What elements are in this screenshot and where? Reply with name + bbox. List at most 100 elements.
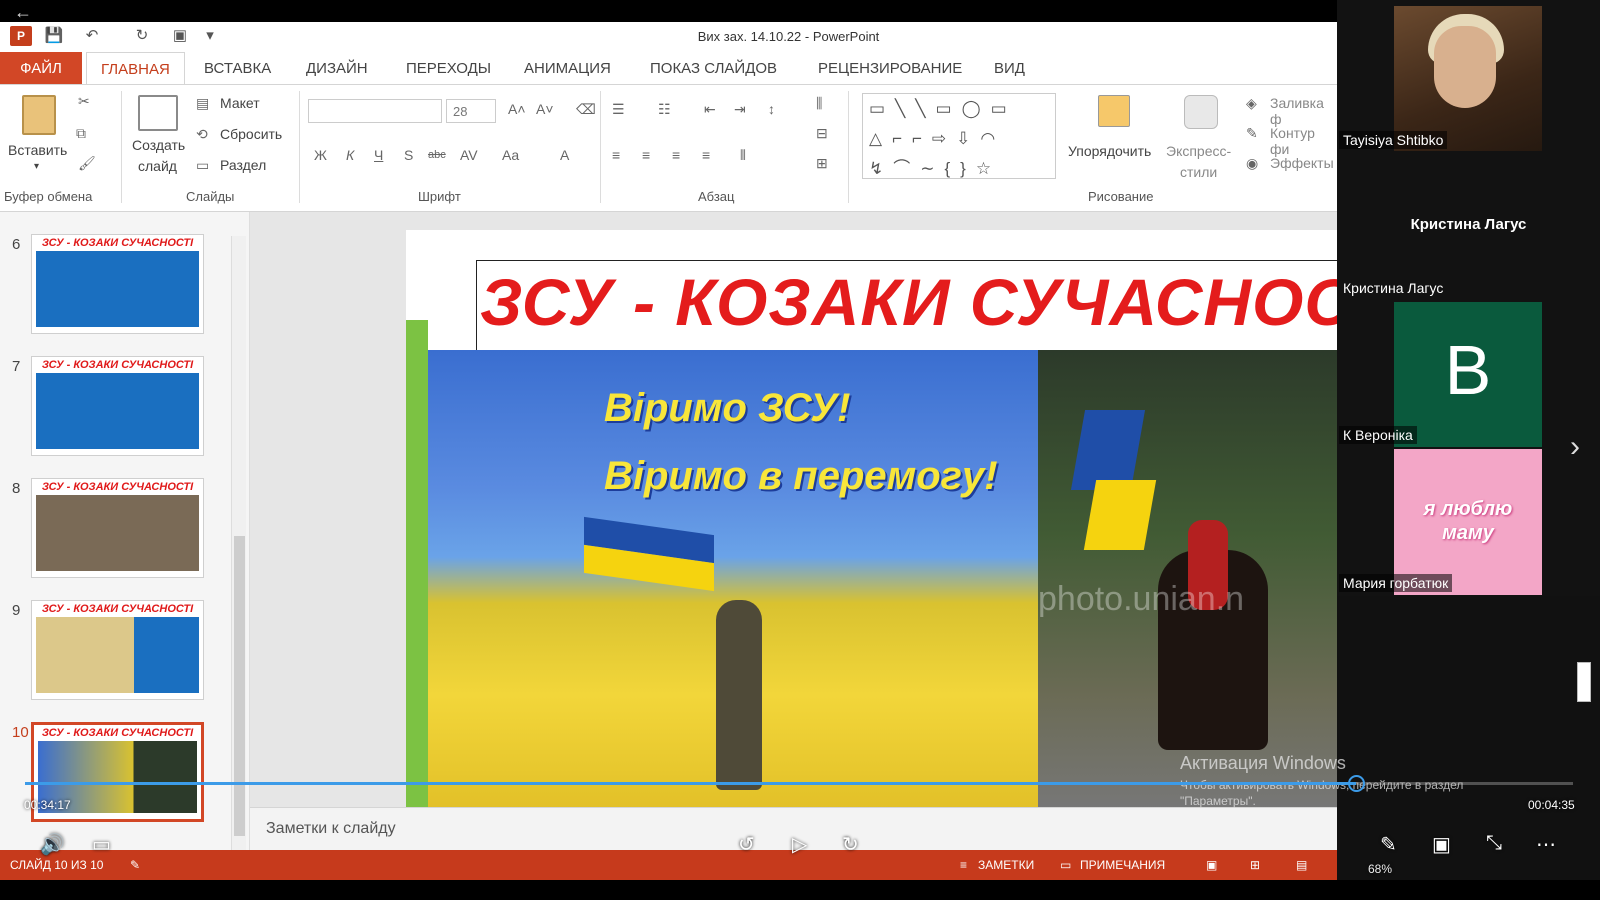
paste-button[interactable]: Вставить: [8, 142, 67, 158]
miniplayer-icon[interactable]: ▣: [1432, 832, 1451, 857]
justify-icon[interactable]: ≡: [702, 147, 710, 163]
participant-name: Кристина Лагус: [1343, 280, 1444, 296]
notes-toggle-icon[interactable]: ≡: [960, 858, 967, 872]
progress-fill: [25, 782, 1356, 785]
comments-icon[interactable]: ▭: [1060, 858, 1071, 872]
shadow-button[interactable]: S: [404, 147, 413, 163]
slide-image-cossack[interactable]: photo.unian.n: [1038, 350, 1337, 807]
slide-thumbnail[interactable]: ЗСУ - КОЗАКИ СУЧАСНОСТІ: [31, 356, 204, 456]
slide-sorter-icon[interactable]: ⊞: [1250, 858, 1260, 872]
slide-thumbnail[interactable]: ЗСУ - КОЗАКИ СУЧАСНОСТІ: [31, 600, 204, 700]
paste-icon[interactable]: [22, 95, 56, 135]
new-slide-icon[interactable]: [138, 95, 178, 131]
rewind-10-icon[interactable]: ↺: [738, 832, 755, 857]
slide-counter: СЛАЙД 10 ИЗ 10: [10, 858, 104, 872]
forward-30-icon[interactable]: ↻: [842, 832, 859, 857]
shape-fill-button[interactable]: Заливка ф: [1270, 95, 1337, 127]
tab-transitions[interactable]: ПЕРЕХОДЫ: [392, 52, 505, 84]
grow-font-icon[interactable]: A˄: [508, 101, 526, 117]
new-slide-label-1[interactable]: Создать: [132, 137, 185, 153]
reading-view-icon[interactable]: ▤: [1296, 858, 1307, 872]
underline-button[interactable]: Ч: [374, 147, 383, 163]
thumb-title: ЗСУ - КОЗАКИ СУЧАСНОСТІ: [41, 237, 194, 249]
bullets-icon[interactable]: ☰: [612, 101, 625, 118]
font-color-button[interactable]: A: [560, 147, 569, 163]
thumbnail-scrollbar[interactable]: [231, 236, 246, 850]
align-left-icon[interactable]: ≡: [612, 147, 620, 163]
paste-dropdown-icon[interactable]: ▾: [34, 161, 39, 172]
scrollbar-thumb[interactable]: [234, 536, 245, 836]
shrink-font-icon[interactable]: A˅: [536, 101, 554, 117]
bold-button[interactable]: Ж: [314, 147, 327, 163]
quick-styles-icon[interactable]: [1184, 95, 1218, 129]
copy-icon[interactable]: ⧉: [76, 125, 86, 142]
layout-button[interactable]: Макет: [220, 95, 260, 111]
new-slide-label-2[interactable]: слайд: [138, 158, 177, 174]
captions-icon[interactable]: ▭: [92, 832, 111, 857]
participant-video[interactable]: [1394, 6, 1542, 151]
notes-toggle[interactable]: ЗАМЕТКИ: [978, 858, 1034, 872]
progress-knob[interactable]: [1348, 775, 1365, 792]
align-text-icon[interactable]: ⊟: [816, 125, 828, 142]
clear-format-icon[interactable]: ⌫: [576, 101, 596, 118]
tab-animations[interactable]: АНИМАЦИЯ: [510, 52, 625, 84]
normal-view-icon[interactable]: ▣: [1206, 858, 1217, 872]
tab-design[interactable]: ДИЗАЙН: [292, 52, 382, 84]
tab-view[interactable]: ВИД: [980, 52, 1039, 84]
play-icon[interactable]: ▷: [792, 832, 807, 857]
separator: [848, 91, 849, 203]
tile-text: я люблю маму: [1394, 497, 1542, 545]
slide-thumbnail[interactable]: ЗСУ - КОЗАКИ СУЧАСНОСТІ: [31, 234, 204, 334]
slide-scrollbar[interactable]: [1575, 600, 1593, 780]
scrollbar-thumb[interactable]: [1577, 662, 1591, 702]
powerpoint-window: P 💾 ↶ ↻ ▣ ▾ Вих зах. 14.10.22 - PowerPoi…: [0, 22, 1337, 880]
format-painter-icon[interactable]: 🖌: [78, 155, 96, 172]
tab-review[interactable]: РЕЦЕНЗИРОВАНИЕ: [804, 52, 976, 84]
strikethrough-button[interactable]: abc: [428, 149, 446, 161]
tab-file[interactable]: ФАЙЛ: [0, 52, 82, 84]
change-case-button[interactable]: Aa: [502, 147, 519, 163]
numbering-icon[interactable]: ☷: [658, 101, 671, 118]
tab-slideshow[interactable]: ПОКАЗ СЛАЙДОВ: [636, 52, 791, 84]
char-spacing-icon[interactable]: AV: [460, 147, 478, 163]
decrease-indent-icon[interactable]: ⇤: [704, 101, 716, 118]
line-spacing-icon[interactable]: ↕: [768, 101, 775, 117]
avatar-letter: В: [1444, 331, 1492, 409]
image-caption-2: Віримо в перемогу!: [604, 454, 998, 498]
quick-styles-label-2[interactable]: стили: [1180, 164, 1217, 180]
more-options-icon[interactable]: ⋯: [1536, 832, 1556, 857]
activation-line-2: Чтобы активировать Windows, перейдите в …: [1180, 778, 1464, 792]
cut-icon[interactable]: ✂: [78, 93, 90, 110]
back-arrow-icon[interactable]: ←: [14, 2, 32, 23]
thumb-number: 7: [12, 358, 21, 375]
tab-home[interactable]: ГЛАВНАЯ: [86, 52, 185, 84]
smartart-icon[interactable]: ⊞: [816, 155, 828, 172]
reset-button[interactable]: Сбросить: [220, 126, 282, 142]
exit-fullscreen-icon[interactable]: ⤡: [1486, 832, 1502, 855]
slide-thumbnail[interactable]: ЗСУ - КОЗАКИ СУЧАСНОСТІ: [31, 478, 204, 578]
current-slide[interactable]: ЗСУ - КОЗАКИ СУЧАСНОСТІ Віримо ЗСУ! Віри…: [406, 230, 1337, 807]
italic-button[interactable]: К: [346, 147, 354, 163]
shape-outline-button[interactable]: Контур фи: [1270, 125, 1337, 157]
align-center-icon[interactable]: ≡: [642, 147, 650, 163]
tab-insert[interactable]: ВСТАВКА: [190, 52, 285, 84]
arrange-icon[interactable]: [1098, 95, 1130, 127]
font-size-field[interactable]: 28: [446, 99, 496, 123]
slide-image-field[interactable]: Віримо ЗСУ! Віримо в перемогу!: [428, 350, 1038, 807]
arrange-button[interactable]: Упорядочить: [1068, 143, 1151, 159]
volume-icon[interactable]: 🔊: [40, 832, 65, 857]
spellcheck-icon[interactable]: ✎: [130, 858, 140, 872]
chevron-right-icon[interactable]: ›: [1570, 430, 1580, 464]
shapes-gallery[interactable]: ▭╲╲▭◯▭ △⌐⌐⇨⇩◠ ↯⌒∼{}☆: [862, 93, 1056, 179]
comments-toggle[interactable]: ПРИМЕЧАНИЯ: [1080, 858, 1165, 872]
align-right-icon[interactable]: ≡: [672, 147, 680, 163]
quick-styles-label-1[interactable]: Экспресс-: [1166, 143, 1231, 159]
pen-icon[interactable]: ✎: [1380, 832, 1397, 857]
shape-effects-button[interactable]: Эффекты: [1270, 155, 1334, 171]
text-direction-icon[interactable]: ⫼: [816, 95, 822, 112]
group-font-label: Шрифт: [418, 189, 461, 204]
columns-icon[interactable]: ⫴: [740, 147, 746, 164]
font-name-field[interactable]: [308, 99, 442, 123]
increase-indent-icon[interactable]: ⇥: [734, 101, 746, 118]
section-button[interactable]: Раздел: [220, 157, 266, 173]
